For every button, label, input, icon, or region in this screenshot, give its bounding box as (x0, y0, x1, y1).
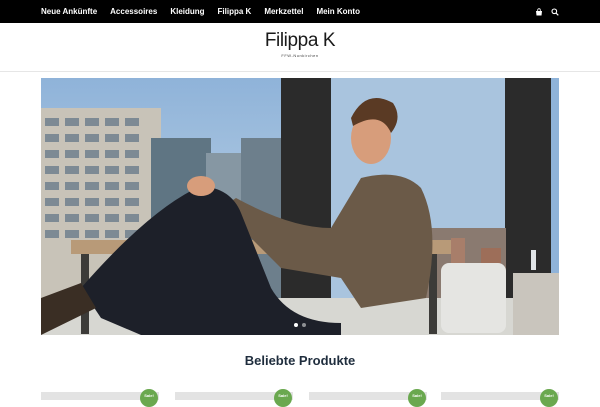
nav-item-accessoires[interactable]: Accessoires (110, 7, 157, 16)
slider-pagination (41, 323, 559, 327)
slider-dot-2[interactable] (302, 323, 306, 327)
search-icon[interactable] (550, 7, 559, 16)
shopping-bag-icon[interactable] (534, 7, 543, 16)
nav-item-neue-ankuenfte[interactable]: Neue Ankünfte (41, 7, 97, 16)
logo-name: Filippa K (264, 30, 336, 51)
top-navigation-bar: Neue Ankünfte Accessoires Kleidung Filip… (0, 0, 600, 23)
logo-subtitle: FFW-Nunkirchen (281, 53, 319, 58)
nav-icon-group (534, 0, 559, 23)
site-header: Filippa K FFW-Nunkirchen (0, 23, 600, 72)
product-card[interactable]: Sale! (175, 389, 293, 407)
sale-badge: Sale! (140, 389, 158, 407)
hero-image (41, 78, 559, 335)
nav-item-filippa-k[interactable]: Filippa K (218, 7, 252, 16)
nav-item-mein-konto[interactable]: Mein Konto (316, 7, 360, 16)
site-logo[interactable]: Filippa K FFW-Nunkirchen (0, 30, 600, 58)
main-menu: Neue Ankünfte Accessoires Kleidung Filip… (41, 0, 373, 23)
popular-products-heading: Beliebte Produkte (244, 353, 356, 368)
sale-badge: Sale! (408, 389, 426, 407)
product-card[interactable]: Sale! (309, 389, 427, 407)
slider-dot-1[interactable] (294, 323, 298, 327)
sale-badge: Sale! (274, 389, 292, 407)
nav-item-kleidung[interactable]: Kleidung (170, 7, 204, 16)
product-card[interactable]: Sale! (441, 389, 559, 407)
hero-slider[interactable] (41, 78, 559, 335)
nav-item-merkzettel[interactable]: Merkzettel (264, 7, 303, 16)
sale-badge: Sale! (540, 389, 558, 407)
product-card[interactable]: Sale! (41, 389, 159, 407)
